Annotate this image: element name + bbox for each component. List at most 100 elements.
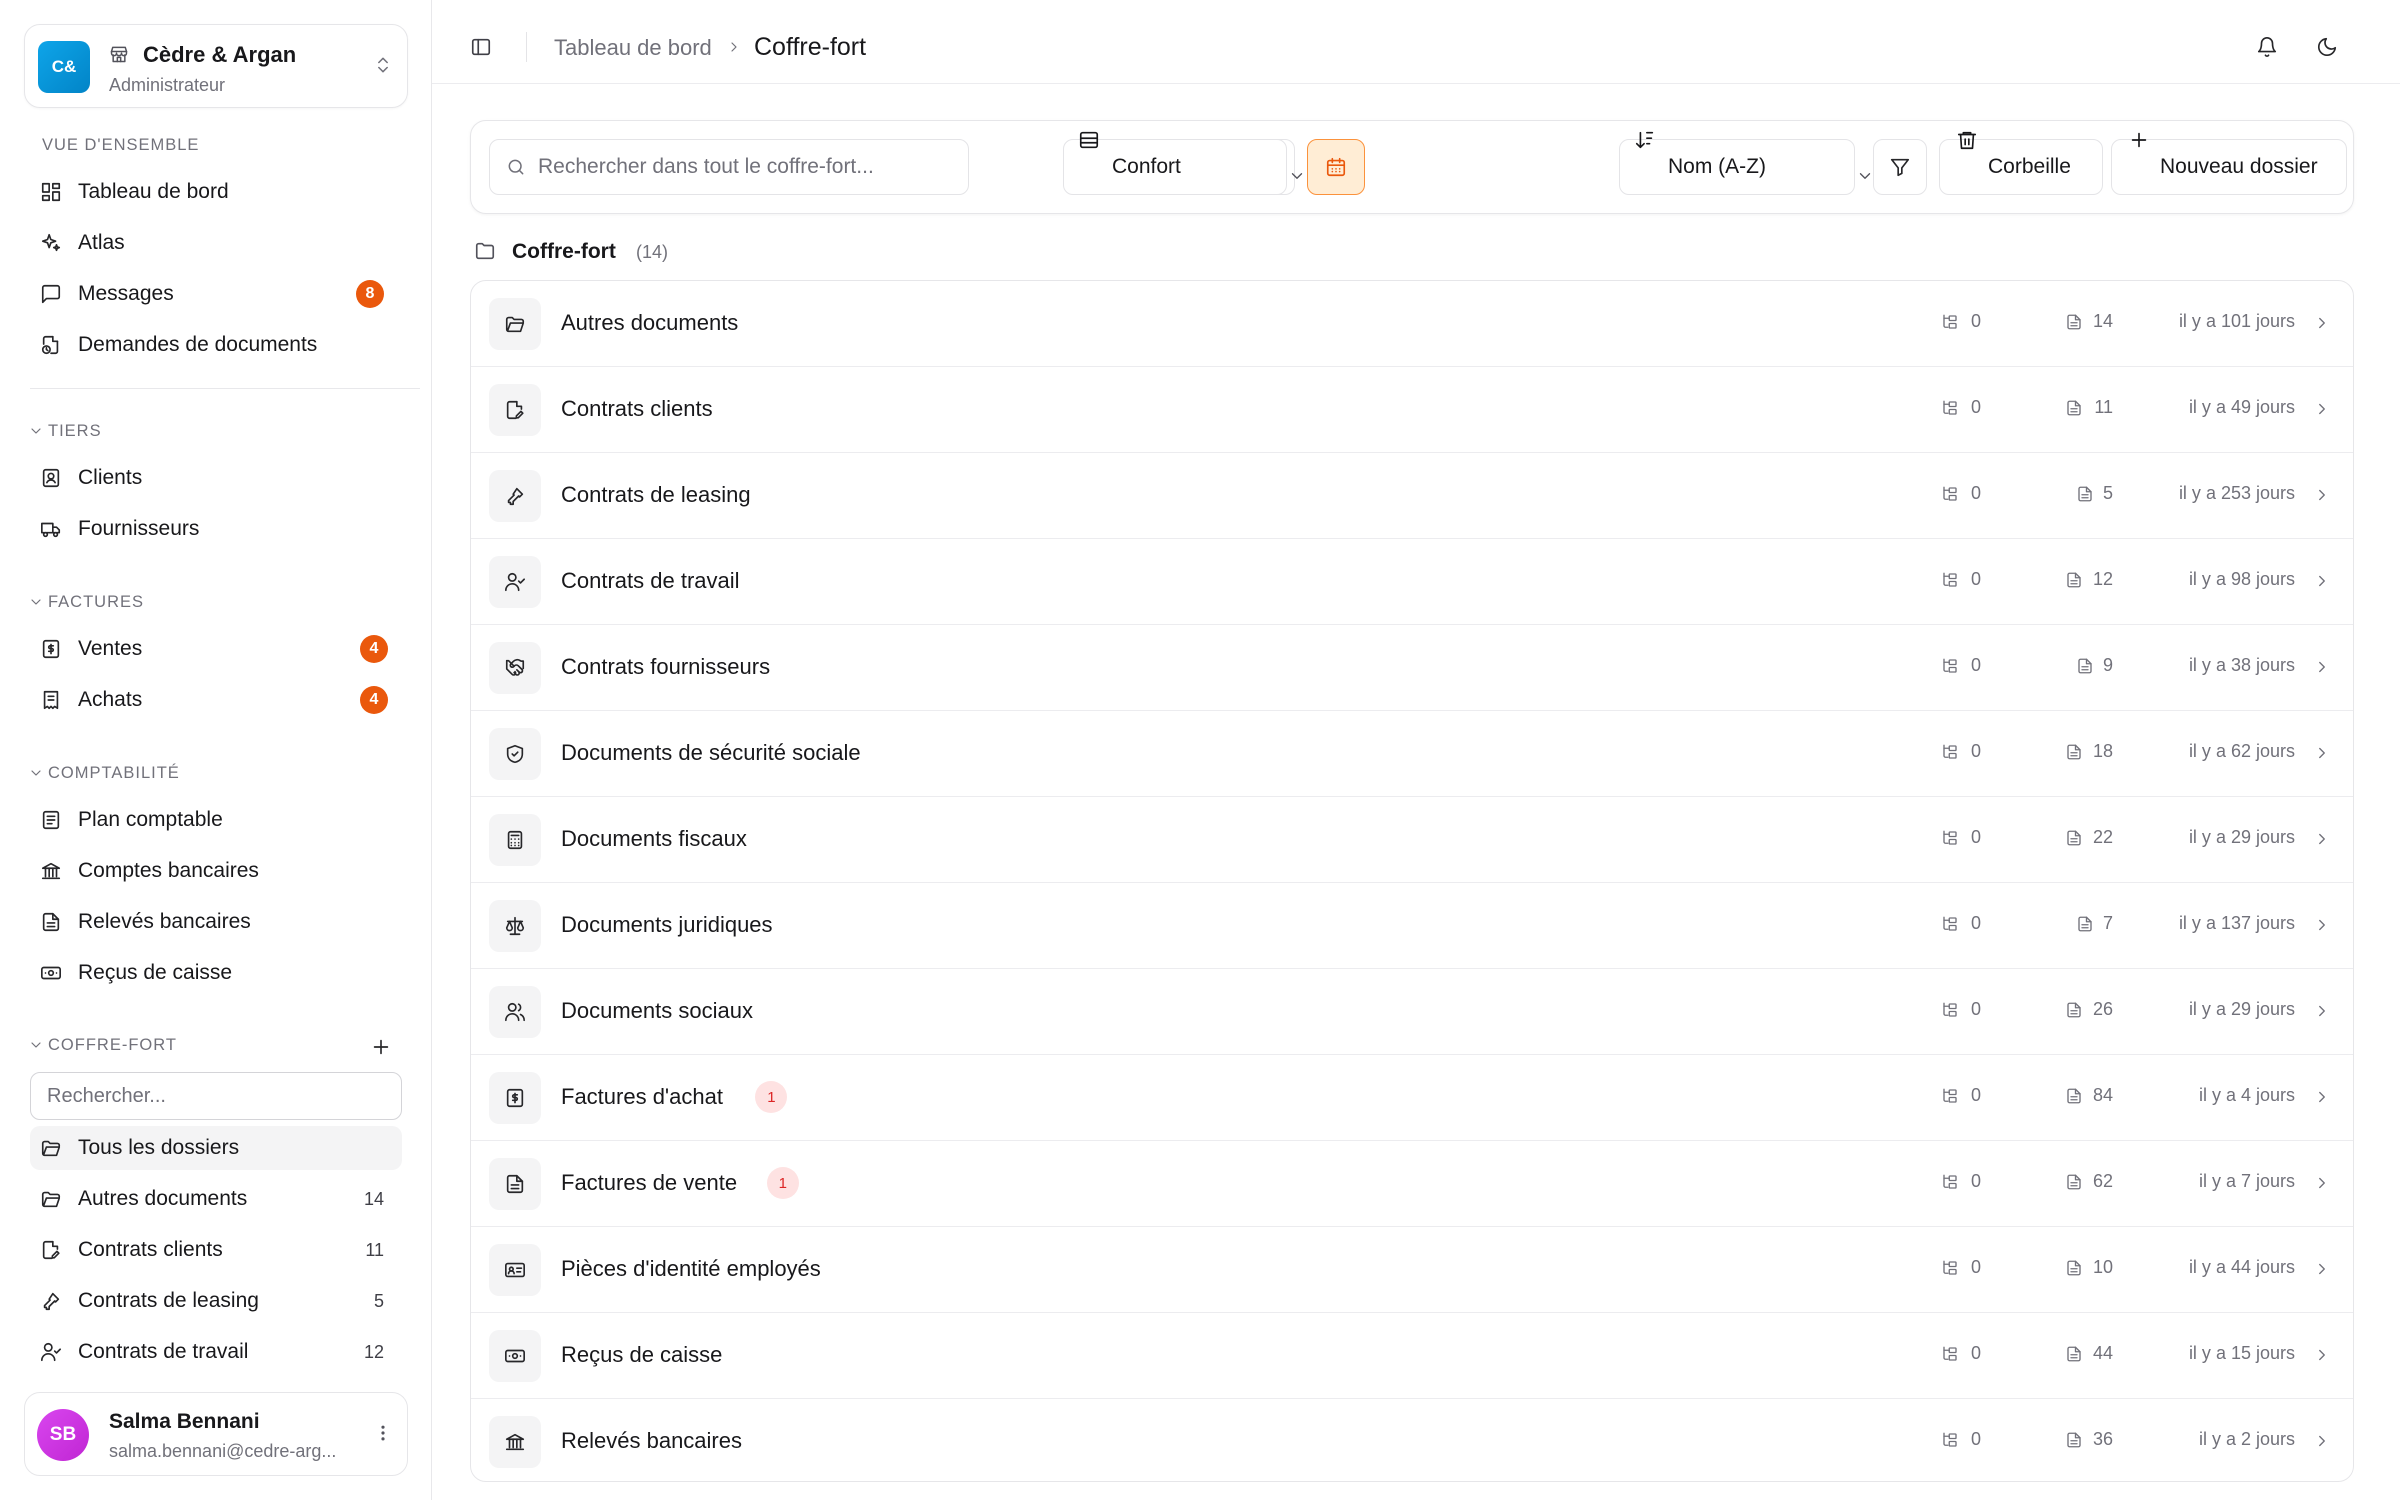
folder-name: Relevés bancaires	[561, 1428, 742, 1453]
document-count: 11	[2094, 397, 2113, 417]
alert-count-badge: 1	[755, 1081, 788, 1113]
nav-label: Atlas	[78, 231, 125, 254]
nav-item-messages[interactable]: Messages 8	[30, 272, 402, 316]
folder-row[interactable]: Autres documents 0 14 il y a 101 jours	[471, 281, 2353, 367]
chevron-right-icon	[2313, 1002, 2331, 1020]
section-label: FACTURES	[48, 593, 145, 611]
nav-item-bank-accounts[interactable]: Comptes bancaires	[30, 849, 402, 893]
nav-item-chart-of-accounts[interactable]: Plan comptable	[30, 798, 402, 842]
sidebar-toggle-icon[interactable]	[470, 36, 492, 58]
sort-select[interactable]: Nom (A-Z)	[1619, 131, 1871, 195]
nav-item-sales[interactable]: Ventes 4	[30, 627, 402, 671]
document-icon	[2065, 1087, 2083, 1105]
subfolder-count: 0	[1971, 311, 1982, 331]
nav-item-vault-folder[interactable]: Contrats de travail 12	[30, 1330, 402, 1374]
folder-row[interactable]: Reçus de caisse 0 44 il y a 15 jours	[471, 1313, 2353, 1399]
chevron-right-icon	[2313, 486, 2331, 504]
folder-row[interactable]: Relevés bancaires 0 36 il y a 2 jours	[471, 1399, 2353, 1481]
folder-row[interactable]: Documents sociaux 0 26 il y a 29 jours	[471, 969, 2353, 1055]
user-check-icon	[504, 571, 526, 593]
nav-item-all-folders[interactable]: Tous les dossiers	[30, 1126, 402, 1170]
folder-row[interactable]: Factures de vente 1 0 62 il y a 7 jours	[471, 1141, 2353, 1227]
trash-button[interactable]: Corbeille	[1939, 131, 2103, 195]
org-name: Cèdre & Argan	[143, 42, 297, 67]
folder-name: Factures d'achat	[561, 1084, 723, 1109]
new-folder-button[interactable]: Nouveau dossier	[2111, 132, 2347, 195]
section-toggle-factures[interactable]: FACTURES	[31, 593, 145, 612]
folder-type-icon-wrap	[489, 642, 541, 694]
subfolder-icon	[1941, 829, 1959, 847]
filter-icon	[1889, 156, 1911, 178]
folder-row[interactable]: Contrats clients 0 11 il y a 49 jours	[471, 367, 2353, 453]
section-toggle-tiers[interactable]: TIERS	[31, 422, 102, 441]
chevrons-up-down-icon	[373, 53, 393, 77]
nav-label: Contrats de leasing	[78, 1289, 259, 1312]
vault-search-input[interactable]	[538, 140, 958, 194]
folder-row[interactable]: Factures d'achat 1 0 84 il y a 4 jours	[471, 1055, 2353, 1141]
folder-row[interactable]: Documents juridiques 0 7 il y a 137 jours	[471, 883, 2353, 969]
org-role: Administrateur	[109, 75, 226, 95]
sidebar: C& Cèdre & Argan Administrateur VUE D'EN…	[0, 0, 432, 1500]
messages-count-badge: 8	[356, 280, 384, 308]
document-icon	[2065, 313, 2083, 331]
updated-date: il y a 38 jours	[2188, 655, 2295, 675]
chevron-right-icon	[726, 39, 742, 55]
breadcrumb-parent[interactable]: Tableau de bord	[554, 35, 712, 61]
document-icon	[2065, 1431, 2083, 1449]
folder-name: Documents de sécurité sociale	[561, 740, 861, 765]
sidebar-divider	[30, 388, 420, 389]
more-vertical-icon[interactable]	[373, 1423, 393, 1443]
subfolder-icon	[1941, 313, 1959, 331]
nav-item-atlas[interactable]: Atlas	[30, 221, 402, 265]
subfolder-icon	[1941, 1087, 1959, 1105]
folder-row[interactable]: Pièces d'identité employés 0 10 il y a 44 j…	[471, 1227, 2353, 1313]
vault-search[interactable]	[489, 139, 969, 195]
nav-item-vault-folder[interactable]: Contrats de leasing 5	[30, 1279, 402, 1323]
folder-type-icon-wrap	[489, 986, 541, 1038]
nav-item-vault-folder[interactable]: Contrats clients 11	[30, 1228, 402, 1272]
nav-item-suppliers[interactable]: Fournisseurs	[30, 507, 402, 551]
density-select[interactable]: Confort	[1063, 131, 1303, 195]
section-toggle-coffre[interactable]: COFFRE-FORT	[31, 1036, 177, 1055]
nav-item-purchases[interactable]: Achats 4	[30, 678, 402, 722]
header-divider	[526, 32, 527, 62]
filter-button[interactable]	[1873, 139, 1927, 195]
folder-row[interactable]: Documents de sécurité sociale 0 18 il y a 6…	[471, 711, 2353, 797]
folder-row[interactable]: Contrats de leasing 0 5 il y a 253 jours	[471, 453, 2353, 539]
folder-row[interactable]: Contrats de travail 0 12 il y a 98 jours	[471, 539, 2353, 625]
document-icon	[2065, 1259, 2083, 1277]
sales-count-badge: 4	[360, 635, 388, 663]
folder-row[interactable]: Documents fiscaux 0 22 il y a 29 jours	[471, 797, 2353, 883]
nav-item-document-requests[interactable]: Demandes de documents	[30, 323, 402, 367]
folder-name: Contrats fournisseurs	[561, 654, 771, 679]
section-toggle-comptabilite[interactable]: COMPTABILITÉ	[31, 764, 180, 783]
vault-search-input[interactable]	[30, 1072, 402, 1120]
updated-date: il y a 29 jours	[2188, 827, 2295, 847]
nav-item-bank-statements[interactable]: Relevés bancaires	[30, 900, 402, 944]
landmark-icon	[504, 1431, 526, 1453]
bell-icon[interactable]	[2256, 36, 2278, 58]
nav-item-vault-folder[interactable]: Autres documents 14	[30, 1177, 402, 1221]
nav-item-dashboard[interactable]: Tableau de bord	[30, 170, 402, 214]
folder-type-icon-wrap	[489, 384, 541, 436]
subfolder-count: 0	[1971, 1343, 1982, 1363]
section-label: COMPTABILITÉ	[48, 764, 180, 782]
chevron-right-icon	[2313, 1346, 2331, 1364]
chevron-right-icon	[2313, 314, 2331, 332]
add-folder-icon[interactable]	[370, 1036, 392, 1058]
nav-label: Demandes de documents	[78, 333, 318, 356]
nav-item-cash-receipts[interactable]: Reçus de caisse	[30, 951, 402, 995]
calendar-view-button[interactable]	[1307, 139, 1365, 195]
nav-label: Relevés bancaires	[78, 910, 251, 933]
user-menu[interactable]: SB Salma Bennani salma.bennani@cedre-arg…	[24, 1392, 408, 1476]
folder-row[interactable]: Contrats fournisseurs 0 9 il y a 38 jours	[471, 625, 2353, 711]
document-icon	[2076, 657, 2094, 675]
alert-count-badge: 1	[766, 1167, 799, 1199]
shield-icon	[504, 743, 526, 765]
receipt-dollar-icon	[504, 1087, 526, 1109]
folder-type-icon-wrap	[489, 556, 541, 608]
nav-item-clients[interactable]: Clients	[30, 456, 402, 500]
org-switcher[interactable]: C& Cèdre & Argan Administrateur	[24, 24, 408, 108]
subfolder-count: 0	[1971, 1429, 1982, 1449]
moon-icon[interactable]	[2316, 36, 2338, 58]
